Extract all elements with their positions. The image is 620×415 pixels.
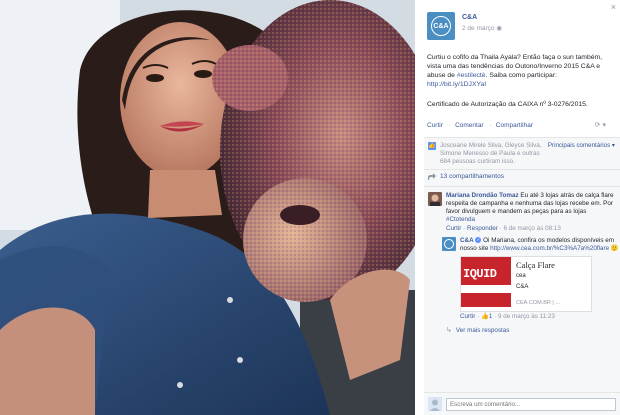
action-separator: · bbox=[489, 121, 492, 129]
share-arrow-icon bbox=[428, 173, 436, 180]
smile-emoji-icon: 🙂 bbox=[610, 245, 619, 252]
photo-illustration bbox=[0, 0, 415, 415]
comment-time[interactable]: 6 de março às 08:13 bbox=[503, 225, 560, 232]
post-header-text: C&A 2 de março ◉ bbox=[462, 12, 502, 40]
close-icon[interactable]: × bbox=[611, 2, 616, 12]
reply-avatar[interactable] bbox=[442, 237, 456, 251]
link-preview-site: cea bbox=[516, 273, 526, 279]
reply-like-count-icon[interactable]: 👍1 bbox=[481, 313, 492, 320]
reply-author[interactable]: C&A bbox=[460, 237, 474, 244]
page-name-link[interactable]: C&A bbox=[462, 14, 502, 21]
post-text-line2: . Saiba como participar: bbox=[485, 72, 557, 79]
reply-like-button[interactable]: Curtir bbox=[460, 313, 475, 320]
feedback-section: 👍 Josceane Mirele Silva, Gleyce Silva, S… bbox=[424, 137, 620, 399]
post-certificate: Certificado de Autorização da CAIXA nº 3… bbox=[427, 101, 588, 108]
reply-time[interactable]: 9 de março às 11:23 bbox=[498, 313, 555, 320]
comment-reply-button[interactable]: Responder bbox=[467, 225, 498, 232]
share-button[interactable]: Compartilhar bbox=[496, 122, 533, 129]
more-replies-link[interactable]: ↳ Ver mais respostas bbox=[446, 326, 620, 335]
thumbnail-text: IQUID bbox=[463, 267, 497, 281]
post-side-panel: × C&A C&A 2 de março ◉ Curtiu o cofifo d… bbox=[415, 0, 620, 415]
reply-link[interactable]: http://www.cea.com.br/%C3%A7a%20flare bbox=[490, 245, 609, 252]
comment-meta: Curtir · Responder · 6 de março às 08:13 bbox=[446, 225, 561, 232]
link-preview-card[interactable]: IQUID Calça Flare cea C&A CEA.COM.BR | .… bbox=[460, 256, 592, 312]
like-button[interactable]: Curtir bbox=[427, 122, 443, 129]
shares-row[interactable]: 13 compartilhamentos bbox=[424, 170, 620, 183]
comment-input[interactable] bbox=[446, 397, 616, 411]
comment-author[interactable]: Mariana Drondão Tomaz bbox=[446, 192, 519, 199]
post-link[interactable]: http://bit.ly/1DJXYaI bbox=[427, 81, 486, 88]
link-preview-info: Calça Flare cea C&A CEA.COM.BR | ... bbox=[511, 257, 591, 311]
reply-body: C&A ✓ Oi Mariana, confira os modelos dis… bbox=[460, 237, 620, 321]
comment-hashtag[interactable]: #Ctotenda bbox=[446, 216, 475, 223]
link-preview-title: Calça Flare bbox=[516, 260, 555, 270]
comment-sort-dropdown[interactable]: Principais comentários ▾ bbox=[548, 142, 615, 166]
reply-meta: Curtir · 👍1 · 9 de março às 11:23 bbox=[460, 313, 555, 320]
comment-body: Mariana Drondão Tomaz Eu até 3 lojas atr… bbox=[446, 192, 616, 233]
comment-item: Mariana Drondão Tomaz Eu até 3 lojas atr… bbox=[424, 187, 620, 233]
link-preview-thumbnail: IQUID bbox=[461, 257, 511, 307]
photo-viewer: × C&A C&A 2 de março ◉ Curtiu o cofifo d… bbox=[0, 0, 620, 415]
post-photo[interactable] bbox=[0, 0, 415, 415]
likes-names[interactable]: Josceane Mirele Silva, Gleyce Silva, Sim… bbox=[440, 142, 544, 166]
likes-summary: 👍 Josceane Mirele Silva, Gleyce Silva, S… bbox=[424, 138, 620, 166]
post-date[interactable]: 2 de março bbox=[462, 25, 495, 32]
link-preview-brand: C&A bbox=[516, 284, 529, 290]
share-options-icon[interactable]: ⟳ ▾ bbox=[595, 121, 606, 129]
comment-button[interactable]: Comentar bbox=[455, 122, 484, 129]
reply-item: C&A ✓ Oi Mariana, confira os modelos dis… bbox=[442, 233, 620, 321]
post-text: Curtiu o cofifo da Thaila Ayala? Então f… bbox=[415, 40, 620, 109]
comment-composer bbox=[424, 392, 620, 415]
post-hashtag[interactable]: #estilectè bbox=[457, 72, 486, 79]
post-meta: 2 de março ◉ bbox=[462, 24, 502, 32]
current-user-avatar bbox=[428, 397, 442, 411]
more-replies-label: Ver mais respostas bbox=[455, 326, 510, 334]
post-actions: Curtir · Comentar · Compartilhar ⟳ ▾ bbox=[415, 109, 620, 130]
reply-like-count: 1 bbox=[488, 313, 493, 320]
reply-arrow-icon: ↳ bbox=[446, 327, 452, 334]
shares-count[interactable]: 13 compartilhamentos bbox=[440, 173, 504, 180]
commenter-avatar[interactable] bbox=[428, 192, 442, 206]
page-avatar[interactable]: C&A bbox=[427, 12, 455, 40]
thumbs-up-icon: 👍 bbox=[428, 142, 436, 150]
page-avatar-logo: C&A bbox=[431, 16, 451, 36]
link-preview-url: CEA.COM.BR | ... bbox=[516, 300, 560, 306]
globe-icon: ◉ bbox=[496, 25, 503, 32]
post-header: C&A C&A 2 de março ◉ bbox=[415, 0, 620, 40]
action-separator: · bbox=[448, 121, 452, 129]
comment-like-button[interactable]: Curtir bbox=[446, 225, 461, 232]
